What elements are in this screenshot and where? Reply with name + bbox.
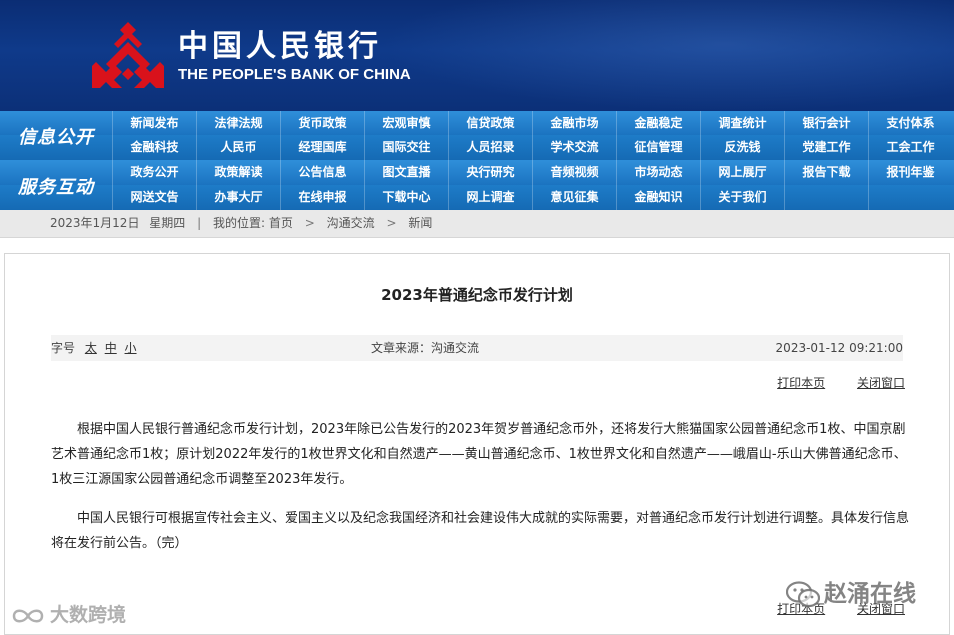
nav-link[interactable]: 意见征集 (532, 185, 616, 210)
font-size-control: 字号 太 中 小 (51, 335, 137, 361)
watermark-right-text: 赵涌在线 (824, 581, 916, 607)
current-date: 2023年1月12日 (50, 216, 140, 230)
article-paragraph: 根据中国人民银行普通纪念币发行计划，2023年除已公告发行的2023年贺岁普通纪… (51, 422, 907, 487)
current-weekday: 星期四 (149, 216, 186, 230)
article-actions-top: 打印本页 关闭窗口 (705, 374, 905, 391)
nav-items-row-1: 新闻发布 法律法规 货币政策 宏观审慎 信贷政策 金融市场 金融稳定 调查统计 … (112, 111, 954, 135)
nav-row-2: 金融科技 人民币 经理国库 国际交往 人员招录 学术交流 征信管理 反洗钱 党建… (0, 135, 954, 160)
wechat-icon (786, 580, 820, 607)
site-header: 中国人民银行 THE PEOPLE'S BANK OF CHINA (0, 0, 954, 111)
nav-link[interactable]: 学术交流 (532, 135, 616, 160)
article-source: 文章来源：沟通交流 (371, 341, 480, 355)
nav-row-4: 网送文告 办事大厅 在线申报 下载中心 网上调查 意见征集 金融知识 关于我们 (0, 185, 954, 210)
nav-link[interactable]: 报刊年鉴 (868, 160, 952, 185)
article-meta-bar: 字号 太 中 小 文章来源：沟通交流 2023-01-12 09:21:00 (51, 335, 903, 361)
nav-link[interactable]: 图文直播 (364, 160, 448, 185)
nav-link[interactable]: 征信管理 (616, 135, 700, 160)
brand-name-en: THE PEOPLE'S BANK OF CHINA (178, 66, 411, 83)
nav-link[interactable]: 市场动态 (616, 160, 700, 185)
nav-section-service-interaction: 服务互动 (18, 176, 94, 198)
nav-link[interactable]: 人员招录 (448, 135, 532, 160)
chevron-right-icon: > (386, 216, 397, 230)
nav-link[interactable]: 信贷政策 (448, 111, 532, 135)
breadcrumb: 2023年1月12日 星期四 | 我的位置: 首页 > 沟通交流 > 新闻 (50, 210, 432, 237)
font-size-medium-link[interactable]: 中 (105, 341, 117, 355)
nav-link[interactable]: 央行研究 (448, 160, 532, 185)
colon: : (261, 216, 266, 230)
nav-link[interactable]: 报告下载 (784, 160, 868, 185)
breadcrumb-bar: 2023年1月12日 星期四 | 我的位置: 首页 > 沟通交流 > 新闻 (0, 210, 954, 238)
close-window-link[interactable]: 关闭窗口 (857, 376, 905, 390)
watermark-left-text: 大数跨境 (50, 604, 127, 626)
nav-link[interactable]: 政策解读 (196, 160, 280, 185)
nav-link[interactable]: 金融市场 (532, 111, 616, 135)
font-size-small-link[interactable]: 小 (125, 341, 137, 355)
article-paragraph: 中国人民银行可根据宣传社会主义、爱国主义以及纪念我国经济和社会建设伟大成就的实际… (51, 511, 910, 551)
nav-row-3: 政务公开 政策解读 公告信息 图文直播 央行研究 音频视频 市场动态 网上展厅 … (0, 160, 954, 185)
nav-link[interactable]: 公告信息 (280, 160, 364, 185)
nav-empty-cell (868, 185, 952, 210)
brand-name-cn: 中国人民银行 (178, 29, 382, 64)
nav-link[interactable]: 网上调查 (448, 185, 532, 210)
font-size-large-link[interactable]: 太 (85, 341, 97, 355)
nav-link[interactable]: 党建工作 (784, 135, 868, 160)
location-label: 我的位置 (213, 216, 262, 230)
nav-link[interactable]: 新闻发布 (112, 111, 196, 135)
nav-row-1: 新闻发布 法律法规 货币政策 宏观审慎 信贷政策 金融市场 金融稳定 调查统计 … (0, 111, 954, 135)
nav-link[interactable]: 银行会计 (784, 111, 868, 135)
nav-items-row-4: 网送文告 办事大厅 在线申报 下载中心 网上调查 意见征集 金融知识 关于我们 (112, 185, 954, 210)
nav-link[interactable]: 下载中心 (364, 185, 448, 210)
nav-link[interactable]: 货币政策 (280, 111, 364, 135)
nav-link[interactable]: 法律法规 (196, 111, 280, 135)
nav-section-info-disclosure: 信息公开 (18, 126, 94, 148)
nav-link[interactable]: 在线申报 (280, 185, 364, 210)
nav-link[interactable]: 宏观审慎 (364, 111, 448, 135)
breadcrumb-home-link[interactable]: 首页 (269, 216, 293, 230)
nav-link[interactable]: 国际交往 (364, 135, 448, 160)
divider: | (197, 216, 202, 230)
nav-empty-cell (784, 185, 868, 210)
nav-link[interactable]: 政务公开 (112, 160, 196, 185)
article-title: 2023年普通纪念币发行计划 (381, 286, 573, 304)
font-size-label: 字号 (51, 341, 76, 355)
nav-link[interactable]: 金融稳定 (616, 111, 700, 135)
nav-link[interactable]: 关于我们 (700, 185, 784, 210)
watermark-left: 大数跨境 (10, 600, 126, 627)
header-glow (380, 0, 954, 111)
nav-link[interactable]: 金融知识 (616, 185, 700, 210)
nav-items-row-3: 政务公开 政策解读 公告信息 图文直播 央行研究 音频视频 市场动态 网上展厅 … (112, 160, 954, 185)
nav-link[interactable]: 网上展厅 (700, 160, 784, 185)
breadcrumb-news-link[interactable]: 新闻 (408, 216, 432, 230)
nav-link[interactable]: 人民币 (196, 135, 280, 160)
nav-link[interactable]: 支付体系 (868, 111, 952, 135)
pboc-logo-icon[interactable] (92, 22, 164, 88)
breadcrumb-communication-link[interactable]: 沟通交流 (327, 216, 375, 230)
nav-link[interactable]: 经理国库 (280, 135, 364, 160)
nav-items-row-2: 金融科技 人民币 经理国库 国际交往 人员招录 学术交流 征信管理 反洗钱 党建… (112, 135, 954, 160)
chevron-right-icon: > (304, 216, 315, 230)
nav-link[interactable]: 反洗钱 (700, 135, 784, 160)
main-nav: 新闻发布 法律法规 货币政策 宏观审慎 信贷政策 金融市场 金融稳定 调查统计 … (0, 111, 954, 210)
print-page-link[interactable]: 打印本页 (777, 376, 825, 390)
watermark-right: 赵涌在线 (786, 574, 916, 609)
nav-link[interactable]: 调查统计 (700, 111, 784, 135)
article-body: 根据中国人民银行普通纪念币发行计划，2023年除已公告发行的2023年贺岁普通纪… (51, 417, 913, 570)
article-datetime: 2023-01-12 09:21:00 (775, 341, 903, 355)
nav-link[interactable]: 办事大厅 (196, 185, 280, 210)
nav-link[interactable]: 金融科技 (112, 135, 196, 160)
nav-link[interactable]: 音频视频 (532, 160, 616, 185)
infinity-logo-icon (12, 609, 44, 622)
nav-link[interactable]: 网送文告 (112, 185, 196, 210)
nav-link[interactable]: 工会工作 (868, 135, 952, 160)
